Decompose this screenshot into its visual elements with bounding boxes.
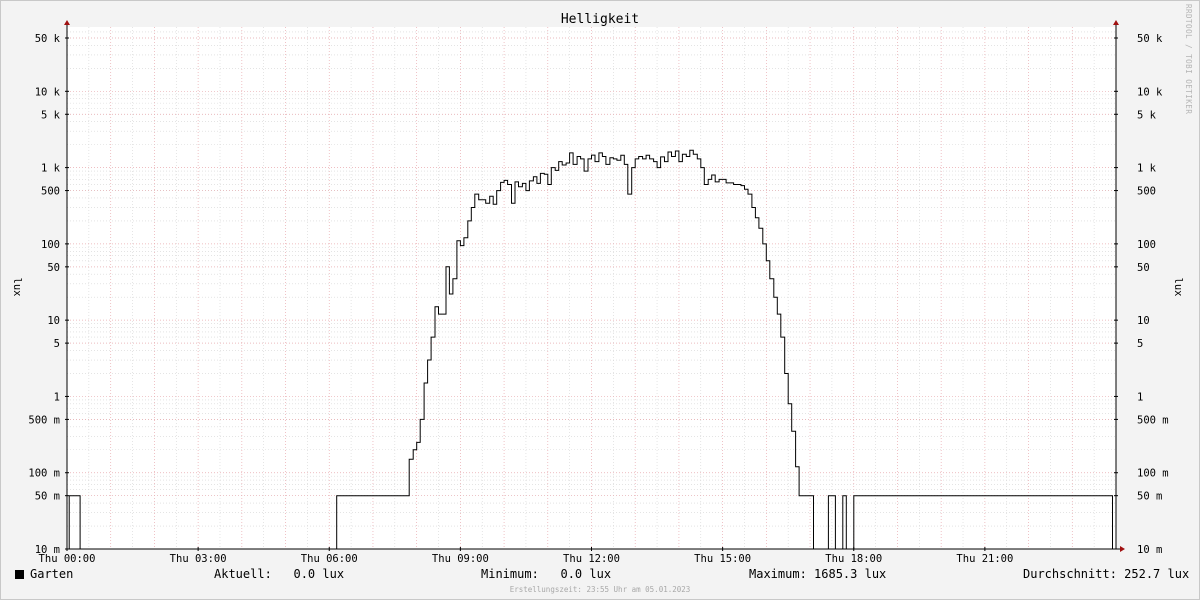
x-tick-label: Thu 09:00	[432, 553, 489, 565]
y-tick-label-right: 500	[1137, 186, 1156, 198]
brightness-chart: 10 m 10 m50 m 50 m100 m 100 m500 m 500 m1 15 5…	[11, 12, 1184, 565]
average-label: Durchschnitt:	[1023, 567, 1117, 581]
y-tick-label-right: 1 k	[1137, 163, 1157, 175]
current-label: Aktuell:	[214, 567, 272, 581]
x-tick-label: Thu 03:00	[170, 553, 227, 565]
y-tick-label-right: 50	[1137, 262, 1150, 274]
y-tick-label: 500	[41, 186, 60, 198]
y-tick-label-right: 50 m	[1137, 491, 1162, 503]
y-tick-label: 5	[54, 338, 60, 350]
minimum-label: Minimum:	[481, 567, 539, 581]
average-value: 252.7 lux	[1124, 567, 1190, 581]
x-tick-label: Thu 15:00	[694, 553, 751, 565]
maximum-value: 1685.3 lux	[814, 567, 887, 581]
y-tick-label-right: 5	[1137, 338, 1143, 350]
minimum-value: 0.0 lux	[560, 567, 612, 581]
chart-title: Helligkeit	[561, 12, 639, 27]
y-tick-label-right: 10 m	[1137, 544, 1162, 556]
y-tick-label: 10	[47, 315, 60, 327]
y-tick-label: 10 k	[35, 86, 61, 98]
legend-current: Aktuell: 0.0 lux	[214, 567, 344, 581]
legend-average: Durchschnitt: 252.7 lux	[1023, 567, 1189, 581]
x-tick-label: Thu 12:00	[563, 553, 620, 565]
y-tick-label-right: 5 k	[1137, 109, 1157, 121]
y-tick-label-right: 1	[1137, 391, 1143, 403]
y-tick-label-right: 50 k	[1137, 33, 1163, 45]
y-tick-label: 1 k	[41, 163, 61, 175]
y-tick-label-right: 100	[1137, 239, 1156, 251]
current-value: 0.0 lux	[293, 567, 345, 581]
y-axis-label-left: lux	[11, 278, 23, 297]
y-axis-label-right: lux	[1172, 278, 1184, 297]
y-tick-label-right: 10 k	[1137, 86, 1163, 98]
y-axis-arrow	[64, 20, 70, 25]
legend-maximum: Maximum: 1685.3 lux	[749, 567, 886, 581]
legend-swatch-garten	[15, 570, 24, 579]
y-tick-label: 5 k	[41, 109, 61, 121]
y-tick-label: 100	[41, 239, 60, 251]
y-tick-label: 500 m	[28, 414, 60, 426]
x-tick-label: Thu 00:00	[39, 553, 96, 565]
y-tick-label-right: 10	[1137, 315, 1150, 327]
x-axis-arrow	[1120, 546, 1125, 552]
x-tick-label: Thu 21:00	[956, 553, 1013, 565]
legend-minimum: Minimum: 0.0 lux	[481, 567, 611, 581]
x-tick-label: Thu 06:00	[301, 553, 358, 565]
y-tick-label: 100 m	[28, 468, 60, 480]
y-tick-label-right: 500 m	[1137, 414, 1169, 426]
legend-series-name: Garten	[30, 567, 74, 581]
y-tick-label: 1	[54, 391, 60, 403]
y-tick-label: 50 k	[35, 33, 61, 45]
rrdtool-watermark: RRDTOOL / TOBI OETIKER	[1184, 4, 1193, 115]
x-tick-label: Thu 18:00	[825, 553, 882, 565]
y-tick-label-right: 100 m	[1137, 468, 1169, 480]
y-axis-arrow-right	[1113, 20, 1119, 25]
y-tick-label: 50	[47, 262, 60, 274]
creation-time: Erstellungszeit: 23:55 Uhr am 05.01.2023	[509, 585, 691, 594]
maximum-label: Maximum:	[749, 567, 807, 581]
y-tick-label: 50 m	[35, 491, 60, 503]
